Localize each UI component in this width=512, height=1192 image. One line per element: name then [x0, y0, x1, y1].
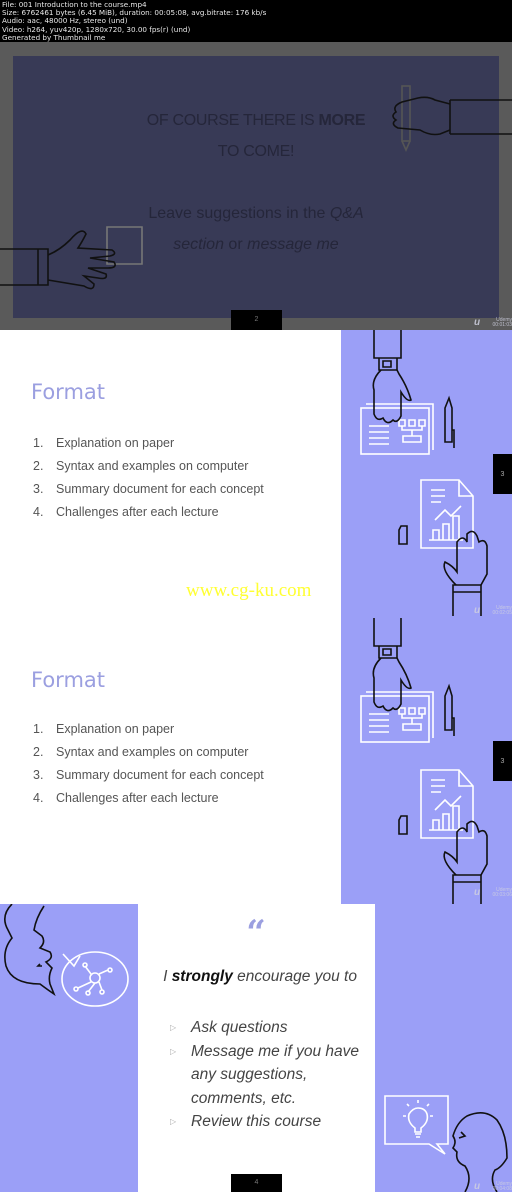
- item-text: Syntax and examples on computer: [56, 459, 249, 473]
- udemy-logo-icon: u: [474, 605, 481, 616]
- page-number-badge: 2: [231, 310, 282, 330]
- item-text: Challenges after each lecture: [56, 791, 219, 805]
- slide-title: Format: [31, 668, 106, 692]
- encourage-list: ▷ Ask questions ▷ Message me if you have a…: [170, 1016, 361, 1134]
- file-info-header: File: 001 Introduction to the course.mp4…: [0, 0, 512, 42]
- list-item: 2. Syntax and examples on computer: [33, 459, 264, 482]
- hand-document-illustration-icon: [360, 618, 488, 904]
- heading-text: OF COURSE THERE IS: [146, 112, 319, 129]
- page-number-badge: 4: [231, 1174, 282, 1192]
- item-text: Explanation on paper: [56, 436, 175, 450]
- text-regular: or: [223, 236, 248, 253]
- lead-bold: strongly: [171, 968, 233, 985]
- udemy-watermark: u Udemy 00:04:08: [474, 1182, 512, 1192]
- item-number: 3.: [33, 482, 44, 496]
- heading-bold-text: MORE: [318, 112, 366, 129]
- page-number-badge: 3: [493, 454, 512, 494]
- list-item: 4. Challenges after each lecture: [33, 505, 264, 528]
- generator-info: Generated by Thumbnail me: [2, 32, 106, 42]
- udemy-watermark: u Udemy 00:01:03: [474, 318, 512, 328]
- hand-pencil-icon: [392, 85, 512, 152]
- hand-paper-icon: [0, 226, 143, 290]
- format-list: 1. Explanation on paper 2. Syntax and exam…: [33, 436, 264, 528]
- item-number: 2.: [33, 745, 44, 759]
- lead-post: encourage you to: [232, 968, 357, 985]
- text-italic: Q&A: [329, 205, 364, 222]
- item-text: Message me if you have any suggestions, …: [191, 1042, 360, 1107]
- speaking-face-network-icon: [4, 904, 129, 1007]
- list-item: 2. Syntax and examples on computer: [33, 745, 264, 768]
- item-text: Explanation on paper: [56, 722, 175, 736]
- text-italic: section: [173, 236, 224, 253]
- frame-timestamp: 00:04:08: [492, 1186, 512, 1192]
- item-number: 4.: [33, 791, 44, 805]
- triangle-right-icon: ▷: [170, 1117, 177, 1126]
- thumbnail-frame-4: “ I strongly encourage you to ▷ Ask quest…: [0, 904, 512, 1192]
- list-item: ▷ Review this course: [170, 1110, 361, 1134]
- item-text: Summary document for each concept: [56, 482, 264, 496]
- page-number-badge: 3: [493, 741, 512, 781]
- triangle-right-icon: ▷: [170, 1023, 177, 1032]
- list-item: 1. Explanation on paper: [33, 436, 264, 459]
- thumbnail-frame-1: OF COURSE THERE IS MORE TO COME! Leave s…: [0, 42, 512, 330]
- item-text: Challenges after each lecture: [56, 505, 219, 519]
- udemy-logo-icon: u: [474, 887, 481, 898]
- item-number: 2.: [33, 459, 44, 473]
- slide-title: Format: [31, 380, 106, 404]
- udemy-logo-icon: u: [474, 317, 481, 328]
- frame-timestamp: 00:01:03: [492, 322, 512, 328]
- list-item: ▷ Ask questions: [170, 1016, 361, 1040]
- item-number: 1.: [33, 722, 44, 736]
- lead-pre: I: [163, 968, 172, 985]
- triangle-right-icon: ▷: [170, 1046, 177, 1056]
- list-item: 3. Summary document for each concept: [33, 768, 264, 791]
- frame-timestamp: 00:03:06: [492, 892, 512, 898]
- list-item: 3. Summary document for each concept: [33, 482, 264, 505]
- list-item: 4. Challenges after each lecture: [33, 791, 264, 814]
- udemy-logo-icon: u: [474, 1181, 481, 1192]
- text-regular: Leave suggestions in the: [148, 205, 330, 222]
- text-italic: message me: [247, 236, 339, 253]
- item-text: Syntax and examples on computer: [56, 745, 249, 759]
- udemy-watermark: u Udemy 00:03:06: [474, 888, 512, 898]
- thumbnail-frame-3: Format 1. Explanation on paper 2. Syntax a…: [0, 616, 512, 904]
- speaking-face-idea-icon: [384, 1095, 508, 1192]
- item-number: 4.: [33, 505, 44, 519]
- udemy-watermark: u Udemy 00:02:05: [474, 606, 512, 616]
- list-item: ▷ Message me if you have any suggestions,…: [170, 1040, 361, 1111]
- item-number: 1.: [33, 436, 44, 450]
- hand-document-illustration-icon: [360, 330, 488, 618]
- item-text: Ask questions: [191, 1019, 288, 1036]
- slide-text-line1: Leave suggestions in the Q&A: [0, 205, 512, 223]
- item-text: Summary document for each concept: [56, 768, 264, 782]
- item-number: 3.: [33, 768, 44, 782]
- format-list: 1. Explanation on paper 2. Syntax and exam…: [33, 722, 264, 814]
- site-watermark: www.cg-ku.com: [186, 580, 312, 601]
- thumbnail-frame-2: Format 1. Explanation on paper 2. Syntax a…: [0, 330, 512, 618]
- lead-text: I strongly encourage you to: [160, 965, 360, 989]
- list-item: 1. Explanation on paper: [33, 722, 264, 745]
- item-text: Review this course: [191, 1113, 322, 1130]
